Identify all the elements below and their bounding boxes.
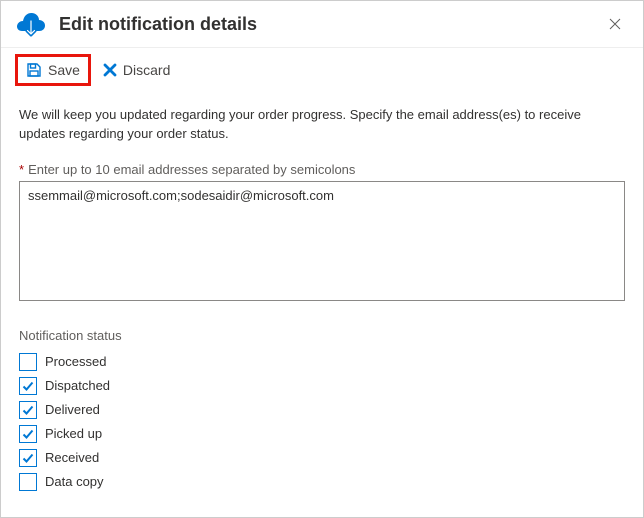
checkbox-label: Dispatched: [45, 378, 110, 393]
checkbox[interactable]: [19, 377, 37, 395]
status-section-label: Notification status: [19, 328, 625, 343]
discard-button[interactable]: Discard: [101, 60, 172, 80]
email-addresses-input[interactable]: [19, 181, 625, 301]
panel-header: Edit notification details: [1, 1, 643, 48]
description-text: We will keep you updated regarding your …: [19, 106, 625, 144]
cloud-import-icon: [15, 9, 47, 39]
required-indicator: *: [19, 162, 24, 177]
checkbox[interactable]: [19, 425, 37, 443]
checkbox-label: Data copy: [45, 474, 104, 489]
status-checkbox-row[interactable]: Picked up: [19, 425, 625, 443]
save-icon: [26, 62, 42, 78]
checkmark-icon: [21, 379, 35, 393]
checkbox[interactable]: [19, 449, 37, 467]
discard-icon: [103, 63, 117, 77]
save-highlight: Save: [15, 54, 91, 86]
email-field-label: *Enter up to 10 email addresses separate…: [19, 162, 625, 177]
status-checkbox-row[interactable]: Data copy: [19, 473, 625, 491]
close-icon: [609, 18, 621, 30]
checkbox-label: Processed: [45, 354, 106, 369]
checkmark-icon: [21, 403, 35, 417]
status-checkbox-row[interactable]: Processed: [19, 353, 625, 371]
checkbox[interactable]: [19, 401, 37, 419]
status-checkbox-row[interactable]: Dispatched: [19, 377, 625, 395]
save-label: Save: [48, 62, 80, 78]
content-area: We will keep you updated regarding your …: [1, 92, 643, 511]
checkmark-icon: [21, 427, 35, 441]
save-button[interactable]: Save: [24, 60, 82, 80]
panel-title: Edit notification details: [59, 14, 601, 35]
toolbar: Save Discard: [1, 48, 643, 92]
status-checkbox-list: Processed Dispatched Delivered Picked up Rec…: [19, 353, 625, 491]
checkmark-icon: [21, 451, 35, 465]
discard-label: Discard: [123, 62, 170, 78]
checkbox-label: Delivered: [45, 402, 100, 417]
checkbox-label: Received: [45, 450, 99, 465]
close-button[interactable]: [601, 10, 629, 38]
checkbox-label: Picked up: [45, 426, 102, 441]
status-checkbox-row[interactable]: Delivered: [19, 401, 625, 419]
checkbox[interactable]: [19, 473, 37, 491]
status-checkbox-row[interactable]: Received: [19, 449, 625, 467]
checkbox[interactable]: [19, 353, 37, 371]
